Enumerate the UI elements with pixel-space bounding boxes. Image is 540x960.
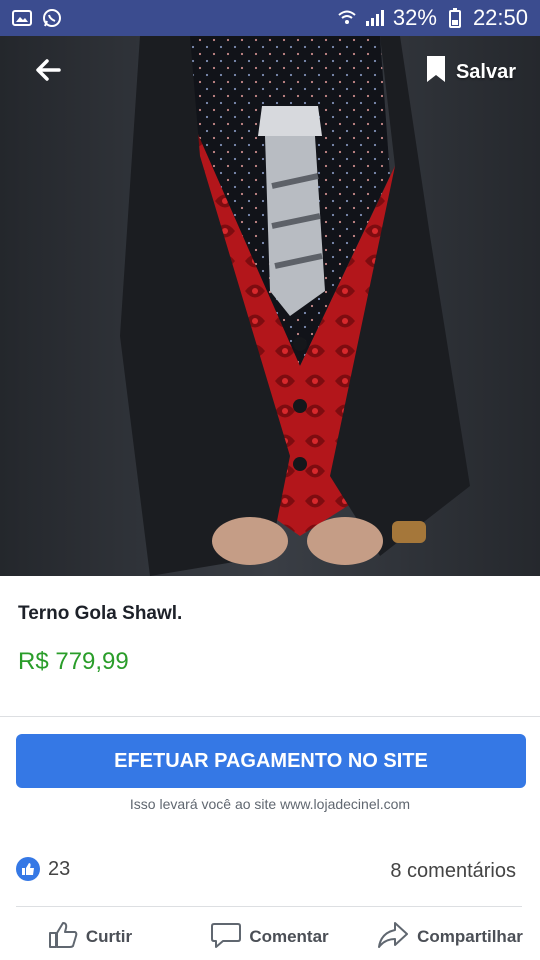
header-overlay: Salvar <box>0 36 540 108</box>
share-label: Compartilhar <box>417 927 523 946</box>
divider <box>16 906 522 907</box>
product-photo[interactable] <box>0 36 540 576</box>
comment-button[interactable]: Comentar <box>180 914 360 960</box>
share-arrow-icon <box>377 921 409 954</box>
speech-bubble-icon <box>211 921 242 954</box>
bookmark-icon <box>426 55 446 89</box>
clock: 22:50 <box>472 5 528 30</box>
arrow-left-icon <box>35 58 61 86</box>
product-price: R$ 779,99 <box>18 648 129 675</box>
wifi-icon <box>337 8 357 28</box>
whatsapp-icon <box>42 8 62 28</box>
comment-label: Comentar <box>249 927 329 946</box>
checkout-button[interactable]: EFETUAR PAGAMENTO NO SITE <box>16 734 526 788</box>
like-count: 23 <box>48 857 71 880</box>
thumbs-up-outline-icon <box>48 921 78 954</box>
like-button[interactable]: Curtir <box>0 914 180 960</box>
save-label: Salvar <box>455 60 516 83</box>
save-button[interactable]: Salvar <box>426 55 516 89</box>
battery-icon <box>445 8 465 28</box>
like-summary[interactable]: 23 <box>16 857 70 881</box>
image-icon <box>12 8 32 28</box>
battery-percent: 32% <box>392 5 437 30</box>
signal-icon <box>365 8 385 28</box>
back-button[interactable] <box>24 48 72 96</box>
product-title: Terno Gola Shawl. <box>18 603 183 624</box>
status-bar: 32% 22:50 <box>0 0 540 36</box>
share-button[interactable]: Compartilhar <box>360 914 540 960</box>
checkout-note: Isso levará você ao site www.lojadecinel… <box>129 796 411 812</box>
like-label: Curtir <box>85 927 133 946</box>
thumbs-up-icon <box>16 857 40 881</box>
action-bar: Curtir Comentar Compartilhar <box>0 914 540 960</box>
comment-count[interactable]: 8 comentários <box>390 860 516 883</box>
divider <box>0 716 540 717</box>
